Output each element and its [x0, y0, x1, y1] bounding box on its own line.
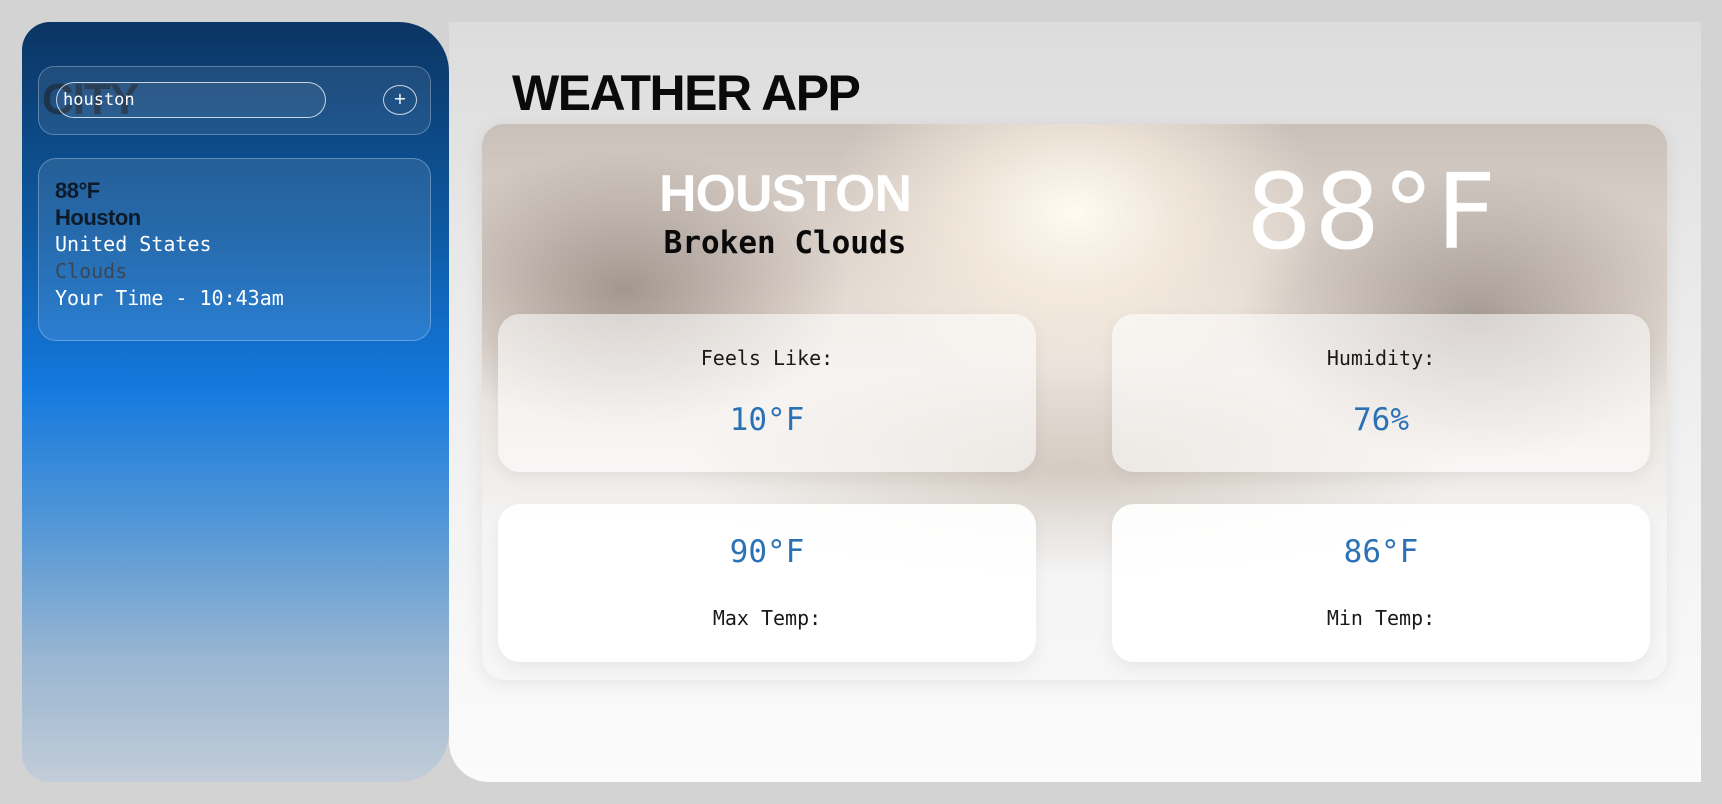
add-city-button[interactable]: +: [383, 85, 417, 115]
weather-description: Broken Clouds: [663, 225, 907, 261]
max-temp-label: Max Temp:: [712, 606, 822, 630]
humidity-label: Humidity:: [1326, 346, 1436, 370]
page-title: WEATHER APP: [512, 65, 861, 121]
max-temp-value: 90°F: [729, 534, 805, 570]
summary-temperature: 88°F: [55, 178, 100, 203]
humidity-card: Humidity: 76%: [1112, 314, 1650, 472]
city-summary-card[interactable]: 88°F Houston United States Clouds Your T…: [38, 158, 431, 341]
feels-like-label: Feels Like:: [700, 346, 834, 370]
min-temp-value: 86°F: [1343, 534, 1419, 570]
summary-condition: Clouds: [55, 259, 128, 283]
min-temp-label: Min Temp:: [1326, 606, 1436, 630]
feels-like-value: 10°F: [729, 402, 805, 438]
feels-like-card: Feels Like: 10°F: [498, 314, 1036, 472]
weather-panel: HOUSTON Broken Clouds 88°F Feels Like: 1…: [482, 124, 1667, 680]
main-content: WEATHER APP HOUSTON Broken Clouds 88°F F…: [449, 22, 1701, 782]
summary-city: Houston: [55, 205, 141, 230]
min-temp-card: 86°F Min Temp:: [1112, 504, 1650, 662]
max-temp-card: 90°F Max Temp:: [498, 504, 1036, 662]
summary-local-time: Your Time - 10:43am: [55, 286, 284, 310]
current-temperature: 88°F: [1245, 151, 1499, 273]
city-search-input[interactable]: [56, 82, 326, 118]
sidebar: CITY + 88°F Houston United States Clouds…: [22, 22, 449, 782]
current-city: HOUSTON: [658, 165, 912, 223]
summary-country: United States: [55, 232, 212, 256]
humidity-value: 76%: [1353, 402, 1409, 438]
